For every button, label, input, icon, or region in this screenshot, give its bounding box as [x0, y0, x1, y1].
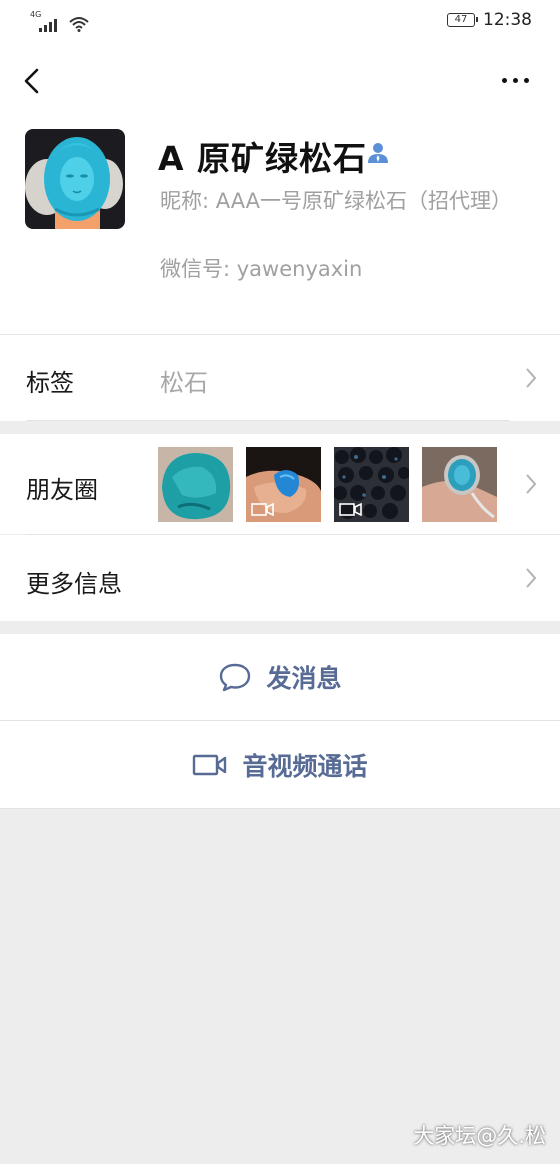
wifi-icon — [69, 17, 89, 32]
tags-value: 松石 — [160, 369, 208, 397]
moments-row[interactable]: 朋友圈 — [0, 434, 560, 534]
send-message-content: 发消息 — [0, 634, 560, 720]
video-call-label: 音视频通话 — [242, 751, 368, 781]
signal-icon — [39, 19, 57, 32]
divider — [0, 808, 560, 809]
battery-icon: 47 — [447, 13, 478, 27]
chevron-right-icon — [526, 368, 537, 388]
clock: 12:38 — [483, 10, 532, 30]
send-message-label: 发消息 — [266, 664, 342, 693]
divider — [26, 420, 510, 421]
tags-row[interactable]: 标签 松石 — [0, 335, 560, 421]
status-bar: 4G 47 12:38 — [0, 0, 560, 44]
video-call-button[interactable]: 音视频通话 — [0, 721, 560, 808]
chat-bubble-icon — [220, 663, 251, 692]
moment-thumbnail[interactable] — [158, 447, 233, 522]
more-info-label: 更多信息 — [26, 570, 122, 598]
person-icon — [368, 143, 388, 163]
video-call-content: 音视频通话 — [0, 721, 560, 808]
wechat-id-text: 微信号: yawenyaxin — [160, 257, 363, 281]
moment-thumbnail[interactable] — [246, 447, 321, 522]
contact-name: A 原矿绿松石 — [158, 139, 368, 178]
more-options-button[interactable] — [502, 70, 534, 90]
chevron-right-icon — [526, 568, 537, 588]
network-label: 4G — [30, 10, 42, 19]
back-arrow-icon[interactable] — [18, 64, 48, 98]
dot-icon — [513, 77, 518, 83]
profile-header: A 原矿绿松石 昵称: AAA一号原矿绿松石（招代理） 微信号: yawenya… — [0, 44, 560, 334]
avatar[interactable] — [25, 129, 125, 229]
chevron-right-icon — [526, 474, 537, 494]
moment-thumbnail[interactable] — [334, 447, 409, 522]
battery-level: 47 — [454, 14, 468, 25]
moments-thumbnails — [158, 447, 497, 522]
status-left: 4G — [30, 10, 89, 32]
more-info-row[interactable]: 更多信息 — [0, 535, 560, 621]
status-right: 47 12:38 — [447, 10, 532, 30]
dot-icon — [524, 77, 529, 83]
dot-icon — [502, 77, 507, 83]
watermark: 大家坛@久.松 — [413, 1124, 546, 1148]
moment-thumbnail[interactable] — [422, 447, 497, 522]
video-camera-icon — [193, 754, 227, 775]
send-message-button[interactable]: 发消息 — [0, 634, 560, 720]
nickname-text: 昵称: AAA一号原矿绿松石（招代理） — [160, 189, 513, 213]
tags-label: 标签 — [26, 369, 74, 397]
moments-label: 朋友圈 — [26, 476, 98, 504]
